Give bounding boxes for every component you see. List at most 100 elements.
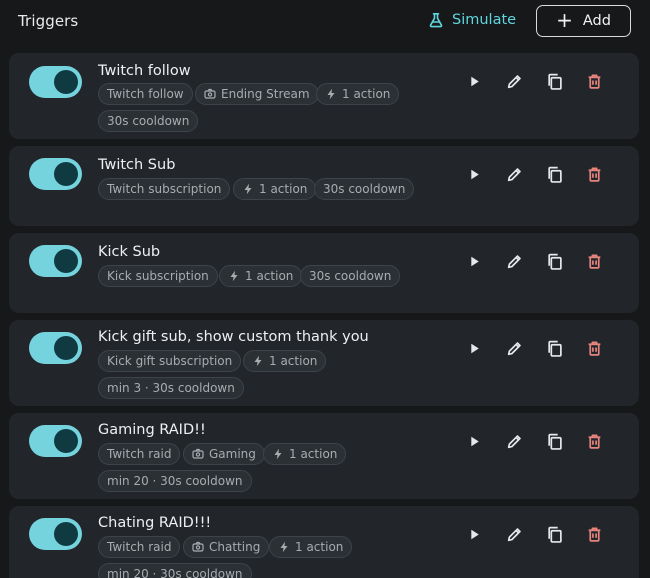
- edit-icon: [507, 74, 521, 88]
- add-button[interactable]: + Add: [536, 5, 631, 37]
- bolt-icon: [244, 183, 252, 195]
- chip-label: Kick subscription: [107, 269, 209, 283]
- enable-toggle[interactable]: [29, 245, 82, 277]
- chip-label: min 20 · 30s cooldown: [107, 474, 243, 488]
- delete-button[interactable]: [584, 338, 604, 358]
- scene-chip: Ending Stream: [195, 83, 319, 105]
- copy-icon: [547, 73, 562, 90]
- delete-icon: [588, 526, 600, 542]
- chip-label: Twitch subscription: [107, 182, 222, 196]
- bolt-icon: [280, 541, 288, 553]
- trigger-card: Kick Sub Kick subscription 1 action 30s …: [9, 233, 639, 313]
- run-button[interactable]: [464, 338, 484, 358]
- delete-button[interactable]: [584, 431, 604, 451]
- simulate-button[interactable]: Simulate: [428, 12, 516, 28]
- edit-button[interactable]: [504, 251, 524, 271]
- cooldown-chip: 30s cooldown: [314, 178, 415, 200]
- trigger-type-chip: Twitch follow: [98, 83, 193, 105]
- simulate-label: Simulate: [452, 12, 517, 28]
- cooldown-chip: 30s cooldown: [300, 265, 401, 287]
- edit-button[interactable]: [504, 71, 524, 91]
- scene-chip: Chatting: [183, 536, 270, 558]
- edit-icon: [507, 527, 521, 541]
- run-button[interactable]: [464, 251, 484, 271]
- flask-icon: [429, 13, 443, 28]
- chip-label: Kick gift subscription: [107, 354, 233, 368]
- edit-button[interactable]: [504, 164, 524, 184]
- trigger-card: Twitch Sub Twitch subscription 1 action …: [9, 146, 639, 226]
- action-count-chip: 1 action: [316, 83, 400, 105]
- chip-label: 1 action: [259, 182, 308, 196]
- delete-button[interactable]: [584, 524, 604, 544]
- run-button[interactable]: [464, 71, 484, 91]
- trigger-name: Twitch Sub: [98, 157, 176, 173]
- edit-icon: [507, 167, 521, 181]
- duplicate-button[interactable]: [544, 338, 564, 358]
- delete-button[interactable]: [584, 164, 604, 184]
- scene-chip: Gaming: [183, 443, 265, 465]
- delete-button[interactable]: [584, 251, 604, 271]
- duplicate-button[interactable]: [544, 71, 564, 91]
- cooldown-chip: min 20 · 30s cooldown: [98, 470, 252, 492]
- copy-icon: [547, 253, 562, 270]
- copy-icon: [547, 526, 562, 543]
- toggle-knob: [54, 162, 78, 186]
- duplicate-button[interactable]: [544, 431, 564, 451]
- duplicate-button[interactable]: [544, 164, 564, 184]
- trigger-name: Gaming RAID!!: [98, 422, 206, 438]
- chip-label: min 20 · 30s cooldown: [107, 567, 243, 578]
- trigger-type-chip: Twitch raid: [98, 536, 181, 558]
- copy-icon: [547, 166, 562, 183]
- cooldown-chip: 30s cooldown: [98, 110, 199, 132]
- run-button[interactable]: [464, 164, 484, 184]
- bolt-icon: [230, 270, 238, 282]
- toggle-knob: [54, 429, 78, 453]
- run-button[interactable]: [464, 524, 484, 544]
- trigger-type-chip: Kick gift subscription: [98, 350, 242, 372]
- edit-button[interactable]: [504, 524, 524, 544]
- delete-icon: [588, 340, 600, 356]
- chip-label: Twitch follow: [107, 87, 184, 101]
- chip-label: 30s cooldown: [309, 269, 392, 283]
- trigger-card: Gaming RAID!! Twitch raid Gaming 1 actio…: [9, 413, 639, 499]
- enable-toggle[interactable]: [29, 332, 82, 364]
- trigger-name: Twitch follow: [98, 63, 191, 79]
- run-button[interactable]: [464, 431, 484, 451]
- chip-label: 1 action: [295, 540, 344, 554]
- header: Triggers Simulate + Add: [0, 0, 650, 44]
- duplicate-button[interactable]: [544, 251, 564, 271]
- chip-label: Twitch raid: [107, 447, 172, 461]
- enable-toggle[interactable]: [29, 518, 82, 550]
- action-count-chip: 1 action: [269, 536, 353, 558]
- chip-label: Gaming: [209, 447, 256, 461]
- trigger-type-chip: Kick subscription: [98, 265, 218, 287]
- chip-label: 1 action: [245, 269, 294, 283]
- trigger-name: Kick gift sub, show custom thank you: [98, 329, 369, 345]
- delete-button[interactable]: [584, 71, 604, 91]
- chip-label: 1 action: [289, 447, 338, 461]
- edit-button[interactable]: [504, 431, 524, 451]
- toggle-knob: [54, 522, 78, 546]
- trigger-card: Kick gift sub, show custom thank you Kic…: [9, 320, 639, 406]
- trigger-card: Twitch follow Twitch follow Ending Strea…: [9, 53, 639, 139]
- add-label: Add: [582, 13, 611, 29]
- toggle-knob: [54, 70, 78, 94]
- play-icon: [470, 343, 479, 353]
- copy-icon: [547, 433, 562, 450]
- trigger-name: Chating RAID!!!: [98, 515, 212, 531]
- chip-label: 30s cooldown: [323, 182, 406, 196]
- edit-button[interactable]: [504, 338, 524, 358]
- enable-toggle[interactable]: [29, 158, 82, 190]
- play-icon: [470, 76, 479, 86]
- chip-label: Twitch raid: [107, 540, 172, 554]
- toggle-knob: [54, 249, 78, 273]
- duplicate-button[interactable]: [544, 524, 564, 544]
- action-count-chip: 1 action: [219, 265, 303, 287]
- bolt-icon: [254, 355, 262, 367]
- chip-label: Ending Stream: [221, 87, 310, 101]
- enable-toggle[interactable]: [29, 425, 82, 457]
- chip-label: 1 action: [269, 354, 318, 368]
- bolt-icon: [327, 88, 335, 100]
- enable-toggle[interactable]: [29, 66, 82, 98]
- delete-icon: [588, 73, 600, 89]
